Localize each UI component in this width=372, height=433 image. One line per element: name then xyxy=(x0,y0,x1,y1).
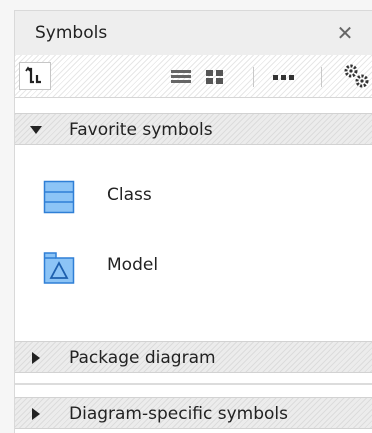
favorite-item-model[interactable]: Model xyxy=(15,239,372,295)
toolbar-separator xyxy=(321,67,322,87)
section-label: Favorite symbols xyxy=(69,120,213,140)
section-divider xyxy=(15,383,372,385)
list-view-icon xyxy=(171,70,191,83)
panel-title: Symbols xyxy=(35,23,108,43)
sort-icon xyxy=(25,66,41,84)
item-label: Class xyxy=(107,185,152,205)
grid-view-button[interactable] xyxy=(203,61,227,91)
class-icon xyxy=(43,180,75,214)
close-icon[interactable]: ✕ xyxy=(333,21,357,45)
section-favorite-symbols[interactable]: Favorite symbols xyxy=(15,113,372,145)
grid-view-icon xyxy=(206,70,223,84)
collapsed-arrow-icon xyxy=(32,408,40,420)
toolbar-separator xyxy=(253,67,254,87)
section-label: Package diagram xyxy=(69,348,216,368)
favorite-item-class[interactable]: Class xyxy=(15,169,372,225)
collapsed-arrow-icon xyxy=(32,352,40,364)
list-view-button[interactable] xyxy=(169,61,193,91)
settings-icon xyxy=(344,64,369,88)
section-diagram-specific-symbols[interactable]: Diagram-specific symbols xyxy=(15,397,372,429)
settings-button[interactable] xyxy=(341,61,371,91)
more-button[interactable] xyxy=(271,61,297,91)
model-icon xyxy=(43,252,75,284)
expanded-arrow-icon xyxy=(30,126,42,134)
symbols-toolbar xyxy=(15,55,372,98)
section-label: Diagram-specific symbols xyxy=(69,404,289,424)
panel-title-bar: Symbols ✕ xyxy=(15,11,372,55)
sort-button[interactable] xyxy=(19,62,51,90)
more-icon xyxy=(273,75,294,80)
symbols-panel: Symbols ✕ Favorite symbols Class Model P… xyxy=(14,10,372,433)
item-label: Model xyxy=(107,255,159,275)
section-package-diagram[interactable]: Package diagram xyxy=(15,341,372,373)
